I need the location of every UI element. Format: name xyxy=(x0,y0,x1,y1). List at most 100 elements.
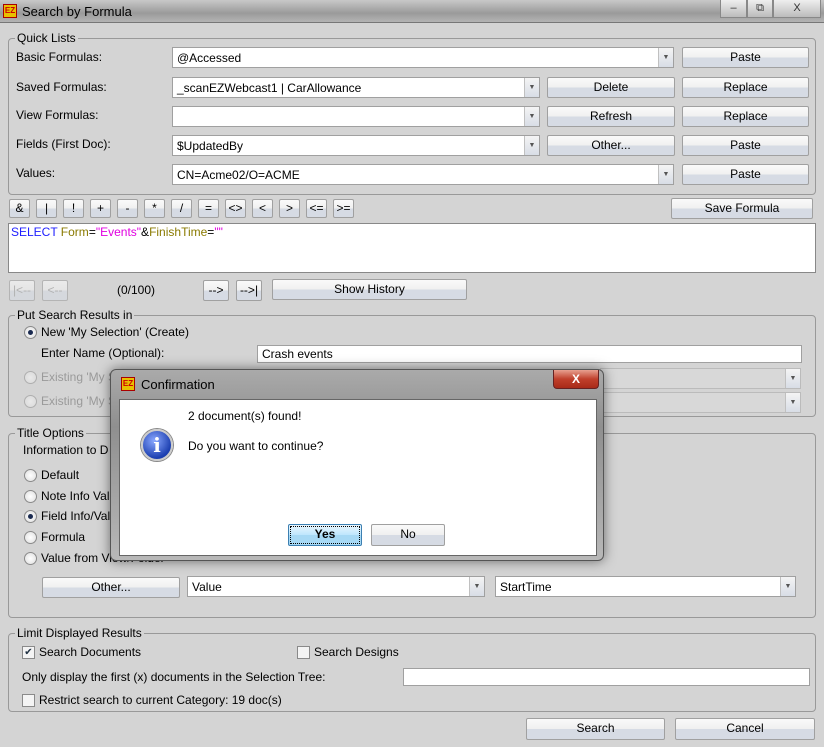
app-icon: EZ xyxy=(121,377,135,391)
chevron-down-icon[interactable]: ▼ xyxy=(524,136,539,155)
put-results-legend: Put Search Results in xyxy=(15,308,135,322)
restore-button[interactable]: ⧉ xyxy=(747,0,773,18)
dialog-title: Confirmation xyxy=(141,377,215,392)
operator-not-button[interactable]: ! xyxy=(63,199,84,218)
values-label: Values: xyxy=(16,166,56,180)
operator-greater-equal-button[interactable]: >= xyxy=(333,199,354,218)
new-selection-radio[interactable] xyxy=(24,326,37,339)
paste-values-button[interactable]: Paste xyxy=(682,164,809,185)
paste-basic-button[interactable]: Paste xyxy=(682,47,809,68)
formula-editor[interactable]: SELECT Form="Events"&FinishTime="" xyxy=(8,223,816,273)
chevron-down-icon[interactable]: ▼ xyxy=(469,577,484,596)
formula-string: "" xyxy=(214,225,223,239)
restrict-category-checkbox[interactable] xyxy=(22,694,35,707)
dialog-message-1: 2 document(s) found! xyxy=(188,409,302,423)
minimize-button[interactable]: – xyxy=(720,0,747,18)
refresh-button[interactable]: Refresh xyxy=(547,106,675,127)
combo-value: Value xyxy=(192,580,222,594)
combo-value: StartTime xyxy=(500,580,552,594)
title-type-combo[interactable]: Value ▼ xyxy=(187,576,485,597)
history-prev-button[interactable]: <-- xyxy=(42,280,68,301)
operator-minus-button[interactable]: - xyxy=(117,199,138,218)
values-combo[interactable]: CN=Acme02/O=ACME ▼ xyxy=(172,164,674,185)
saved-formulas-label: Saved Formulas: xyxy=(16,80,107,94)
formula-radio[interactable] xyxy=(24,531,37,544)
chevron-down-icon[interactable]: ▼ xyxy=(785,393,800,412)
search-documents-label: Search Documents xyxy=(39,645,142,659)
chevron-down-icon[interactable]: ▼ xyxy=(780,577,795,596)
value-from-view-radio[interactable] xyxy=(24,552,37,565)
combo-value: CN=Acme02/O=ACME xyxy=(177,168,300,182)
operator-greater-button[interactable]: > xyxy=(279,199,300,218)
field-info-radio[interactable] xyxy=(24,510,37,523)
no-button[interactable]: No xyxy=(371,524,445,546)
note-info-label: Note Info Val xyxy=(41,489,110,503)
history-next-button[interactable]: --> xyxy=(203,280,229,301)
dialog-close-button[interactable]: X xyxy=(553,370,599,389)
combo-value: @Accessed xyxy=(177,51,242,65)
existing-selection-label-2: Existing 'My S xyxy=(41,394,116,408)
close-button[interactable]: X xyxy=(773,0,821,18)
window-title: Search by Formula xyxy=(22,4,132,19)
history-first-button[interactable]: |<-- xyxy=(9,280,35,301)
selection-name-input[interactable]: Crash events xyxy=(257,345,802,363)
chevron-down-icon[interactable]: ▼ xyxy=(658,165,673,184)
dialog-content: i 2 document(s) found! Do you want to co… xyxy=(119,399,597,556)
restrict-category-label: Restrict search to current Category: 19 … xyxy=(39,693,282,707)
operator-less-equal-button[interactable]: <= xyxy=(306,199,327,218)
replace-view-button[interactable]: Replace xyxy=(682,106,809,127)
info-icon: i xyxy=(141,429,173,461)
only-display-label: Only display the first (x) documents in … xyxy=(22,670,326,684)
operator-equals-button[interactable]: = xyxy=(198,199,219,218)
chevron-down-icon[interactable]: ▼ xyxy=(658,48,673,67)
operator-less-button[interactable]: < xyxy=(252,199,273,218)
fields-combo[interactable]: $UpdatedBy ▼ xyxy=(172,135,540,156)
max-documents-input[interactable] xyxy=(403,668,810,686)
search-documents-checkbox[interactable]: ✔ xyxy=(22,646,35,659)
default-label: Default xyxy=(41,468,80,482)
chevron-down-icon[interactable]: ▼ xyxy=(524,107,539,126)
field-info-label: Field Info/Val xyxy=(41,509,111,523)
new-selection-label: New 'My Selection' (Create) xyxy=(41,325,189,339)
other-title-button[interactable]: Other... xyxy=(42,577,180,598)
replace-saved-button[interactable]: Replace xyxy=(682,77,809,98)
search-designs-checkbox[interactable] xyxy=(297,646,310,659)
history-last-button[interactable]: -->| xyxy=(236,280,262,301)
operator-plus-button[interactable]: + xyxy=(90,199,111,218)
operator-and-button[interactable]: & xyxy=(9,199,30,218)
paste-fields-button[interactable]: Paste xyxy=(682,135,809,156)
search-button[interactable]: Search xyxy=(526,718,665,740)
existing-selection-combo-2[interactable]: ▼ xyxy=(600,392,801,413)
app-icon: EZ xyxy=(3,4,17,18)
saved-formulas-combo[interactable]: _scanEZWebcast1 | CarAllowance ▼ xyxy=(172,77,540,98)
save-formula-button[interactable]: Save Formula xyxy=(671,198,813,219)
limit-results-legend: Limit Displayed Results xyxy=(15,626,144,640)
formula-keyword: SELECT xyxy=(11,225,58,239)
existing-selection-radio-2[interactable] xyxy=(24,395,37,408)
show-history-button[interactable]: Show History xyxy=(272,279,467,300)
title-field-combo[interactable]: StartTime ▼ xyxy=(495,576,796,597)
search-designs-label: Search Designs xyxy=(314,645,399,659)
existing-selection-combo-1[interactable]: ▼ xyxy=(600,368,801,389)
formula-field: FinishTime xyxy=(149,225,208,239)
combo-value: $UpdatedBy xyxy=(177,139,244,153)
view-formulas-label: View Formulas: xyxy=(16,108,99,122)
note-info-radio[interactable] xyxy=(24,490,37,503)
operator-or-button[interactable]: | xyxy=(36,199,57,218)
title-bar: EZ Search by Formula – ⧉ X xyxy=(0,0,824,23)
formula-operator: & xyxy=(141,225,150,239)
yes-button[interactable]: Yes xyxy=(288,524,362,546)
operator-divide-button[interactable]: / xyxy=(171,199,192,218)
cancel-button[interactable]: Cancel xyxy=(675,718,815,740)
default-radio[interactable] xyxy=(24,469,37,482)
existing-selection-radio-1[interactable] xyxy=(24,371,37,384)
chevron-down-icon[interactable]: ▼ xyxy=(524,78,539,97)
operator-not-equal-button[interactable]: <> xyxy=(225,199,246,218)
chevron-down-icon[interactable]: ▼ xyxy=(785,369,800,388)
formula-label: Formula xyxy=(41,530,86,544)
operator-multiply-button[interactable]: * xyxy=(144,199,165,218)
delete-button[interactable]: Delete xyxy=(547,77,675,98)
view-formulas-combo[interactable]: ▼ xyxy=(172,106,540,127)
other-fields-button[interactable]: Other... xyxy=(547,135,675,156)
basic-formulas-combo[interactable]: @Accessed ▼ xyxy=(172,47,674,68)
